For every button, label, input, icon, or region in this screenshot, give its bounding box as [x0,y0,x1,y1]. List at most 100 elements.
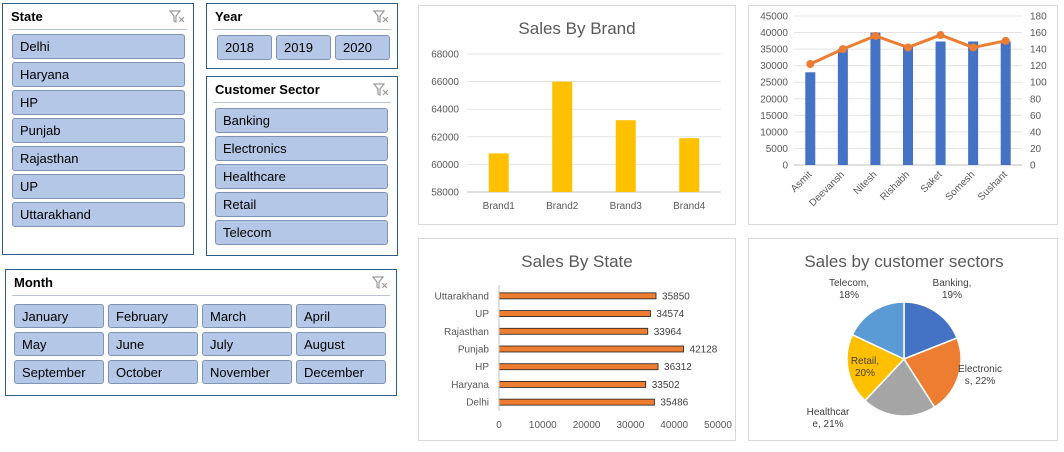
x-tick-label: 50000 [704,420,732,431]
data-label: 33502 [652,380,680,391]
data-label: 35486 [660,398,688,409]
month-option-november[interactable]: November [202,360,292,384]
clear-filter-icon[interactable] [373,10,389,24]
y-left-tick-label: 20000 [760,94,788,105]
year-option-2020[interactable]: 2020 [335,35,390,60]
customer-sector-slicer-header: Customer Sector [207,77,397,103]
line-point [904,43,912,52]
bar [1000,41,1011,165]
month-option-january[interactable]: January [14,304,104,328]
sector-option-electronics[interactable]: Electronics [215,136,388,161]
line-point [936,31,945,40]
month-option-december[interactable]: December [296,360,386,384]
slice-label: e, 21% [812,419,843,430]
y-left-tick-label: 45000 [760,12,788,23]
chart-title: Sales By State [521,252,633,271]
bar [968,41,979,165]
y-left-tick-label: 0 [782,161,788,172]
x-tick-label: 20000 [573,420,601,431]
year-slicer-title: Year [215,9,243,24]
state-option-punjab[interactable]: Punjab [12,118,185,143]
bar [935,41,946,165]
sector-option-telecom[interactable]: Telecom [215,220,388,245]
x-tick-label: 10000 [529,420,557,431]
sales-by-customer-sectors-chart[interactable]: Sales by customer sectors Banking, 19% Elec… [748,238,1058,441]
state-option-uttarakhand[interactable]: Uttarakhand [12,202,185,227]
x-tick-label: Brand1 [483,201,516,212]
month-slicer: Month January February March April May June Ju… [5,269,397,396]
slice-label: Banking, [933,278,972,289]
data-label: 36312 [664,362,692,373]
month-option-july[interactable]: July [202,332,292,356]
y-tick-label: HP [475,362,489,373]
state-option-up[interactable]: UP [12,174,185,199]
year-slicer-divider [213,29,391,30]
x-tick-label: Brand4 [673,201,706,212]
bar [615,120,636,192]
line-point [806,60,815,69]
data-label: 34574 [656,309,684,320]
y-left-tick-label: 40000 [760,28,788,39]
x-tick-label: Brand3 [610,201,643,212]
month-option-august[interactable]: August [296,332,386,356]
bar [498,310,651,317]
y-tick-label: 68000 [431,50,459,61]
sales-by-state-plot: Sales By State Uttarakhand 35850 UP 34574 Raj… [435,252,733,431]
y-right-tick-label: 60 [1030,111,1042,122]
state-slicer: State Delhi Haryana HP Punjab Rajasthan UP Utt… [2,3,194,255]
state-option-haryana[interactable]: Haryana [12,62,185,87]
y-right-tick-label: 140 [1030,45,1047,56]
y-right-tick-label: 40 [1030,127,1042,138]
state-option-hp[interactable]: HP [12,90,185,115]
x-tick-label: 30000 [616,420,644,431]
salesperson-combo-plot: 0 5000 10000 15000 20000 25000 30000 35000 40000… [760,12,1047,209]
month-option-october[interactable]: October [108,360,198,384]
bar [498,363,659,371]
x-tick-label: Somesh [944,169,978,203]
x-tick-label: Asmit [789,169,815,195]
y-left-tick-label: 30000 [760,61,788,72]
slice-label: s, 22% [965,376,996,387]
month-option-september[interactable]: September [14,360,104,384]
month-option-april[interactable]: April [296,304,386,328]
bar [552,81,573,192]
bar [498,345,684,353]
month-option-february[interactable]: February [108,304,198,328]
state-slicer-divider [9,29,187,30]
x-tick-label: 0 [496,420,502,431]
year-option-2018[interactable]: 2018 [217,35,272,60]
bar [870,32,881,165]
y-tick-label: Delhi [466,398,489,409]
clear-filter-icon[interactable] [372,276,388,290]
bar [903,45,913,165]
year-option-2019[interactable]: 2019 [276,35,331,60]
month-option-may[interactable]: May [14,332,104,356]
bar [498,381,647,388]
state-option-rajasthan[interactable]: Rajasthan [12,146,185,171]
month-option-march[interactable]: March [202,304,292,328]
sector-option-healthcare[interactable]: Healthcare [215,164,388,189]
month-slicer-header: Month [6,270,396,296]
bar [805,72,816,165]
y-tick-label: 64000 [431,105,459,116]
sector-option-banking[interactable]: Banking [215,108,388,133]
sales-by-brand-plot: Sales By Brand 58000 60000 62000 64000 66000 6… [431,19,721,212]
y-tick-label: 60000 [431,160,459,171]
slice-label: Retail, [851,356,879,367]
slice-label: 19% [942,290,962,301]
bar [498,292,657,300]
line-point [969,43,978,52]
state-slicer-title: State [11,9,43,24]
sector-option-retail[interactable]: Retail [215,192,388,217]
sales-by-customer-sectors-plot: Sales by customer sectors Banking,19% Elec… [804,252,1003,430]
y-right-tick-label: 180 [1030,12,1047,23]
sales-by-brand-chart[interactable]: Sales By Brand 58000 60000 62000 64000 66000 6… [418,5,736,225]
salesperson-combo-chart[interactable]: 0 5000 10000 15000 20000 25000 30000 35000 40000… [748,5,1058,225]
month-option-june[interactable]: June [108,332,198,356]
y-tick-label: UP [475,309,489,320]
clear-filter-icon[interactable] [373,83,389,97]
state-option-delhi[interactable]: Delhi [12,34,185,59]
sales-by-state-chart[interactable]: Sales By State Uttarakhand 35850 UP 34574 Raj… [418,238,736,441]
slice-label: Healthcar [807,407,850,418]
clear-filter-icon[interactable] [169,10,185,24]
